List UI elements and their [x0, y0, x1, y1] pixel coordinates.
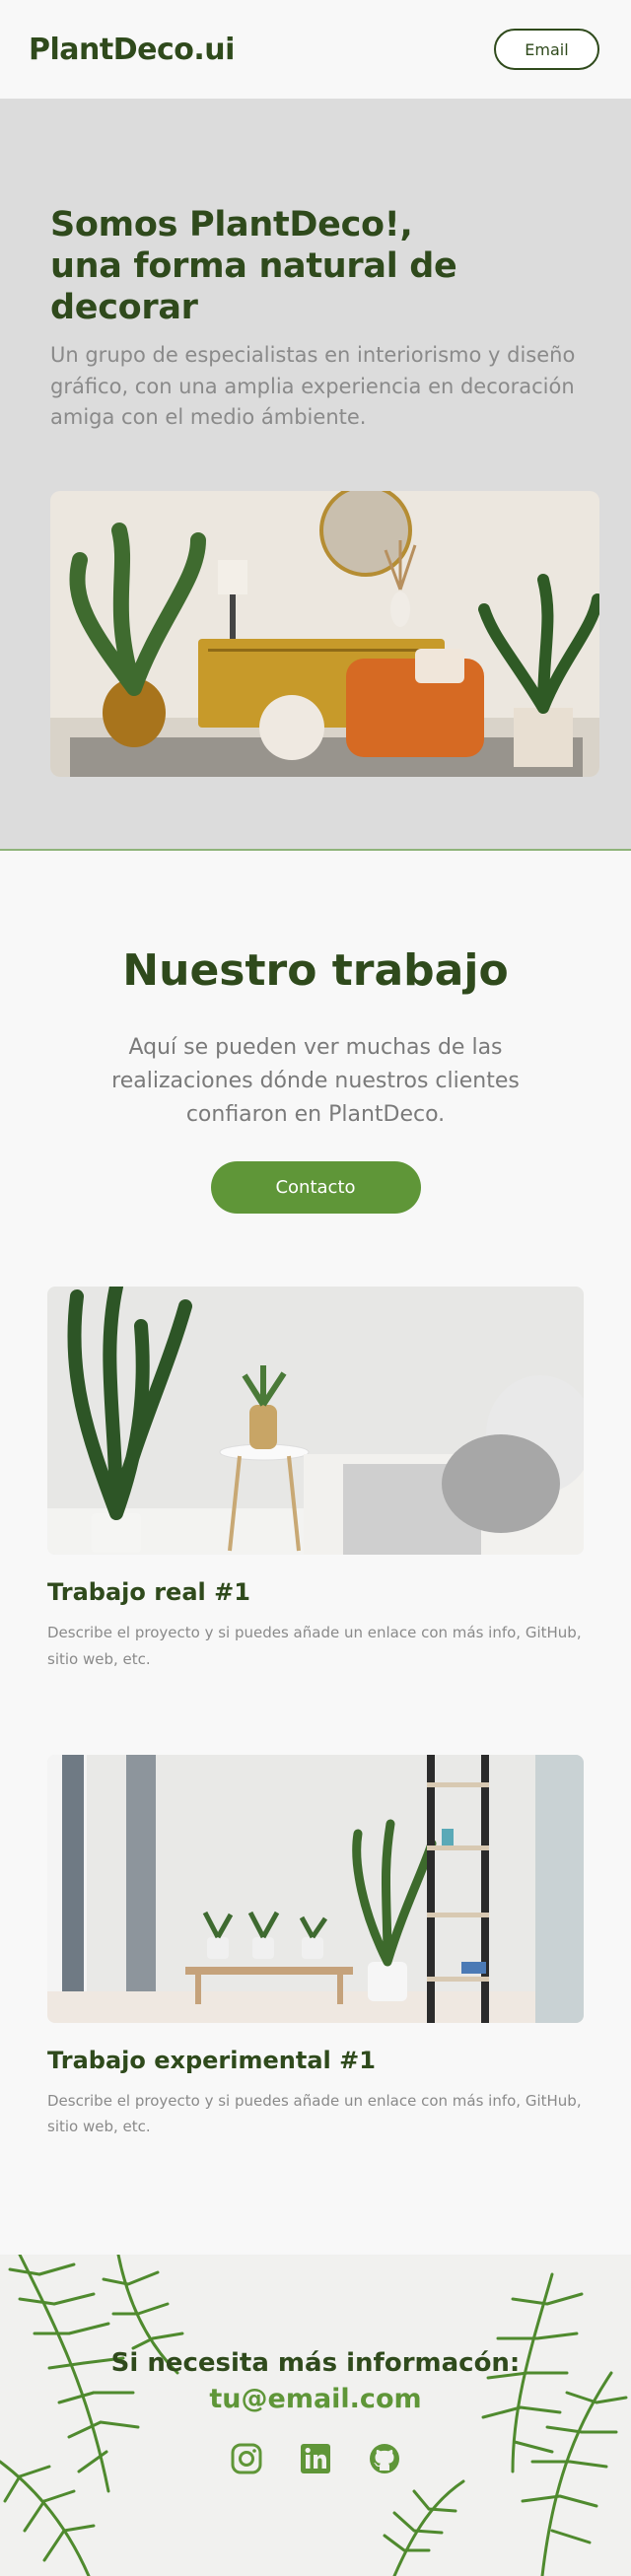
project-description: Describe el proyecto y si puedes añade u… — [47, 1624, 582, 1668]
project-1-image — [47, 1287, 584, 1556]
linkedin-icon[interactable] — [299, 2442, 332, 2475]
hero-title-line2: una forma natural de decorar — [50, 246, 457, 327]
hero-title-line1: Somos PlantDeco!, — [50, 205, 413, 244]
hero-description: Un grupo de especialistas en interiorism… — [50, 343, 576, 429]
social-links — [0, 2442, 631, 2475]
work-description: Aquí se pueden ver muchas de las realiza… — [111, 1035, 520, 1128]
hero-living-room-image — [50, 490, 599, 777]
hero-section: Somos PlantDeco!, una forma natural de d… — [0, 99, 631, 851]
footer-heading: Si necesita más informacón: — [110, 2348, 521, 2378]
project-title[interactable]: Trabajo real #1 — [47, 1578, 584, 1606]
github-icon[interactable] — [368, 2442, 401, 2475]
project-title[interactable]: Trabajo experimental #1 — [47, 2047, 584, 2074]
email-button[interactable]: Email — [494, 29, 599, 70]
site-footer: Si necesita más informacón: tu@email.com — [0, 2255, 631, 2576]
project-description: Describe el proyecto y si puedes añade u… — [47, 2091, 582, 2136]
project-card: Trabajo real #1 Describe el proyecto y s… — [47, 1287, 584, 1672]
footer-content: Si necesita más informacón: tu@email.com — [0, 2348, 631, 2475]
page: PlantDeco.ui Email Somos PlantDeco!, una… — [0, 0, 631, 2576]
work-section: Nuestro trabajo Aquí se pueden ver mucha… — [0, 851, 631, 2139]
instagram-icon[interactable] — [230, 2442, 263, 2475]
brand-logo[interactable]: PlantDeco.ui — [29, 33, 235, 67]
site-header: PlantDeco.ui Email — [0, 0, 631, 99]
work-title: Nuestro trabajo — [122, 945, 509, 996]
hero-title: Somos PlantDeco!, una forma natural de d… — [50, 204, 599, 328]
footer-email-link[interactable]: tu@email.com — [0, 2384, 631, 2414]
contact-button[interactable]: Contacto — [210, 1161, 421, 1215]
project-2-image — [47, 1754, 584, 2023]
project-card: Trabajo experimental #1 Describe el proy… — [47, 1754, 584, 2140]
